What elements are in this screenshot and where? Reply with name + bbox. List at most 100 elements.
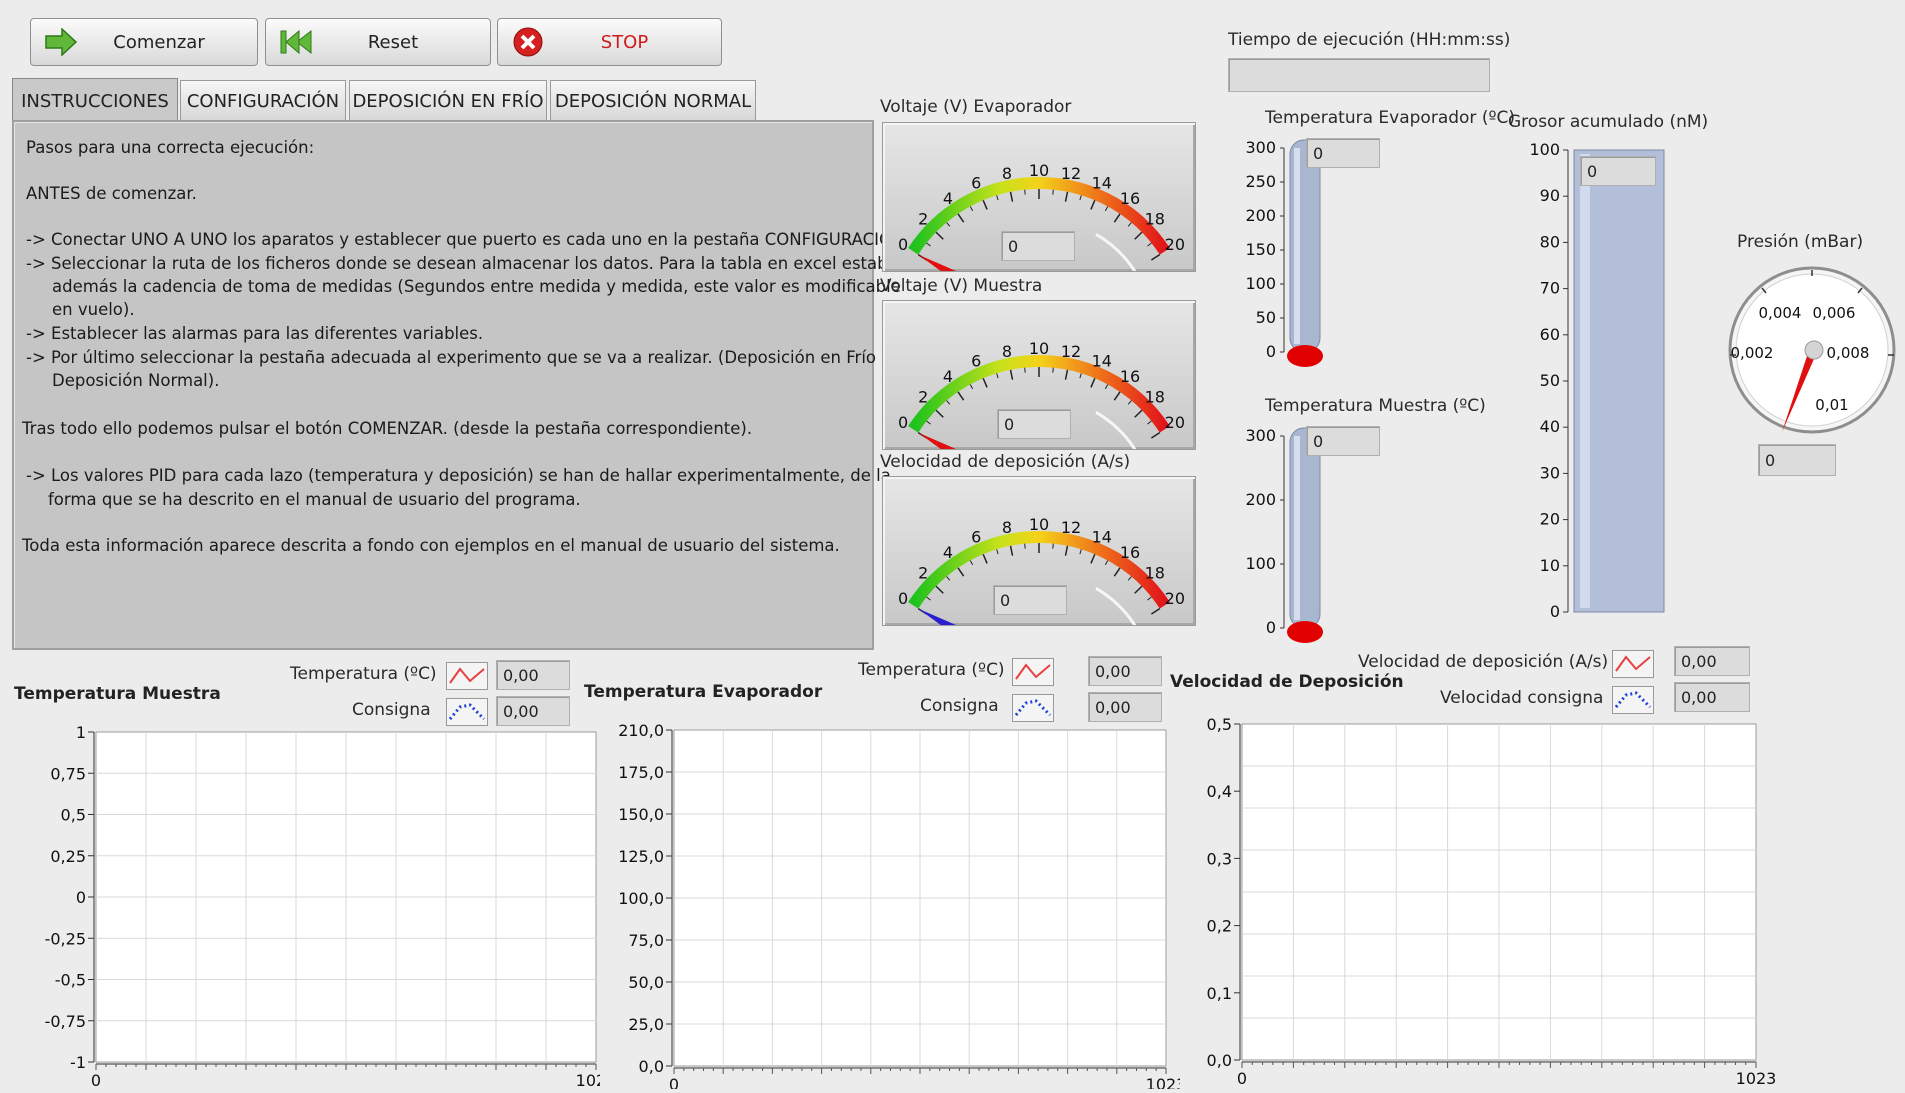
- gauge-value: 0: [993, 585, 1067, 615]
- gauge-tick: [936, 232, 943, 239]
- gauge-tick: [1151, 609, 1159, 614]
- y-tick-label: 0,0: [639, 1057, 664, 1076]
- pressure-value: 0: [1758, 444, 1836, 476]
- tab-configuracion[interactable]: CONFIGURACIÓN: [180, 80, 346, 122]
- gauge-voltage-muestra: 02468101214161820 0: [882, 300, 1196, 450]
- legend-swatch-series[interactable]: [1012, 658, 1054, 686]
- gauge-tick: [983, 554, 987, 563]
- gauge-tick-label: 0: [898, 413, 908, 432]
- gauge-label-evaporador: Voltaje (V) Evaporador: [880, 97, 1071, 117]
- gauge-tick-label: 2: [918, 388, 928, 407]
- y-tick-label: 1: [76, 723, 86, 742]
- gauge-tick: [936, 586, 943, 593]
- chart-title: Temperatura Evaporador: [584, 682, 822, 702]
- y-tick-label: 25,0: [628, 1015, 664, 1034]
- tank-tick-label: 60: [1540, 325, 1560, 344]
- gauge-tick: [983, 378, 987, 387]
- legend-name: Temperatura (ºC): [290, 664, 437, 684]
- x-tick-label: 1023: [576, 1071, 600, 1089]
- gauge-needle: [918, 255, 980, 271]
- gauge-needle: [918, 433, 980, 449]
- gauge-tick: [1065, 192, 1067, 202]
- gauge-minor-tick: [1128, 577, 1131, 581]
- tank-tick-label: 40: [1540, 417, 1560, 436]
- gauge-tick-label: 16: [1120, 367, 1140, 386]
- gauge-tick-label: 2: [918, 210, 928, 229]
- gauge-inner-arc: [1096, 412, 1138, 449]
- gauge-minor-tick: [970, 560, 972, 564]
- gauge-tick: [1065, 546, 1067, 556]
- instructions-panel: Pasos para una correcta ejecución: ANTES…: [12, 120, 874, 650]
- gauge-tick: [1135, 232, 1142, 239]
- reset-button[interactable]: Reset: [265, 18, 491, 66]
- x-tick-label: 0: [1237, 1069, 1247, 1088]
- instruction-line: -> Los valores PID para cada lazo (tempe…: [26, 466, 891, 485]
- chart-svg: 10,750,50,250-0,25-0,5-0,75-101023: [0, 720, 600, 1089]
- legend-name: Consigna: [352, 700, 431, 720]
- gauge-tick-label: 20: [1165, 235, 1185, 254]
- gauge-tick-label: 14: [1092, 352, 1112, 371]
- gauge-deposition-rate: 02468101214161820 0: [882, 476, 1196, 626]
- tab-instrucciones[interactable]: INSTRUCCIONES: [12, 78, 178, 124]
- gauge-minor-tick: [1105, 206, 1107, 210]
- pressure-tick-label: 0,002: [1731, 344, 1774, 362]
- gauge-tick: [1135, 586, 1142, 593]
- tank-tick-label: 10: [1540, 556, 1560, 575]
- thermo-tick-label: 0: [1266, 342, 1276, 361]
- gauge-tick-label: 4: [943, 543, 953, 562]
- legend-swatch-setpoint[interactable]: [1012, 694, 1054, 722]
- gauge-tick-label: 6: [971, 352, 981, 371]
- tank-tick-label: 70: [1540, 279, 1560, 298]
- runtime-label: Tiempo de ejecución (HH:mm:ss): [1228, 30, 1510, 50]
- gauge-minor-tick: [1105, 560, 1107, 564]
- chart-svg: 210,0175,0150,0125,0100,075,050,025,00,0…: [600, 720, 1180, 1089]
- gauge-minor-tick: [947, 577, 950, 581]
- gauge-minor-tick: [927, 243, 931, 246]
- y-tick-label: -0,25: [45, 929, 86, 948]
- thermo-evaporador: 300250200150100500 0: [1240, 130, 1390, 380]
- gauge-minor-tick: [1105, 384, 1107, 388]
- thermo-evap-value: 0: [1306, 138, 1380, 168]
- tab-deposicion-en-frio[interactable]: DEPOSICIÓN EN FRÍO: [349, 80, 547, 122]
- gauge-minor-tick: [997, 373, 998, 378]
- start-button[interactable]: Comenzar: [30, 18, 258, 66]
- y-tick-label: 175,0: [618, 763, 664, 782]
- thermo-sample-value: 0: [1306, 426, 1380, 456]
- thermo-tick-label: 200: [1245, 206, 1276, 225]
- pressure-tick-label: 0,004: [1759, 304, 1802, 322]
- instruction-line: -> Establecer las alarmas para las difer…: [26, 324, 483, 343]
- legend-swatch-series[interactable]: [1612, 650, 1654, 678]
- instruction-line: en vuelo).: [52, 300, 135, 319]
- gauge-minor-tick: [927, 597, 931, 600]
- thermo-tick-label: 300: [1245, 138, 1276, 157]
- thermo-tick-label: 200: [1245, 490, 1276, 509]
- thermo-tick-label: 150: [1245, 240, 1276, 259]
- y-tick-label: 210,0: [618, 721, 664, 740]
- legend-value: 0,00: [1674, 646, 1750, 676]
- gauge-tick: [1114, 214, 1120, 222]
- gauge-tick: [1065, 370, 1067, 380]
- legend-swatch-series[interactable]: [446, 662, 488, 690]
- thermo-tick-label: 250: [1245, 172, 1276, 191]
- y-tick-label: 0,2: [1207, 917, 1232, 936]
- runtime-display: [1228, 58, 1490, 92]
- x-tick-label: 0: [91, 1071, 101, 1089]
- thermo-evap-label: Temperatura Evaporador (ºC): [1265, 108, 1515, 128]
- instruction-line: además la cadencia de toma de medidas (S…: [52, 277, 901, 296]
- pressure-dial: 0,0020,0040,0060,0080,01: [1722, 260, 1902, 440]
- thermo-muestra: 3002001000 0: [1240, 418, 1390, 658]
- tank-highlight: [1580, 154, 1590, 608]
- gauge-label-velocidad: Velocidad de deposición (A/s): [880, 452, 1130, 472]
- legend-value: 0,00: [1088, 656, 1162, 686]
- start-label: Comenzar: [81, 32, 257, 53]
- tank-tick-label: 100: [1529, 140, 1560, 159]
- pressure-hub: [1805, 341, 1823, 359]
- instruction-line: -> Conectar UNO A UNO los aparatos y est…: [26, 230, 910, 249]
- tab-deposicion-normal[interactable]: DEPOSICIÓN NORMAL: [550, 80, 756, 122]
- gauge-minor-tick: [1080, 549, 1081, 554]
- gauge-tick-label: 18: [1145, 210, 1165, 229]
- instruction-line: -> Por último seleccionar la pestaña ade…: [26, 348, 891, 367]
- gauge-tick-label: 8: [1002, 164, 1012, 183]
- gauge-tick: [1151, 433, 1159, 438]
- stop-button[interactable]: STOP: [497, 18, 722, 66]
